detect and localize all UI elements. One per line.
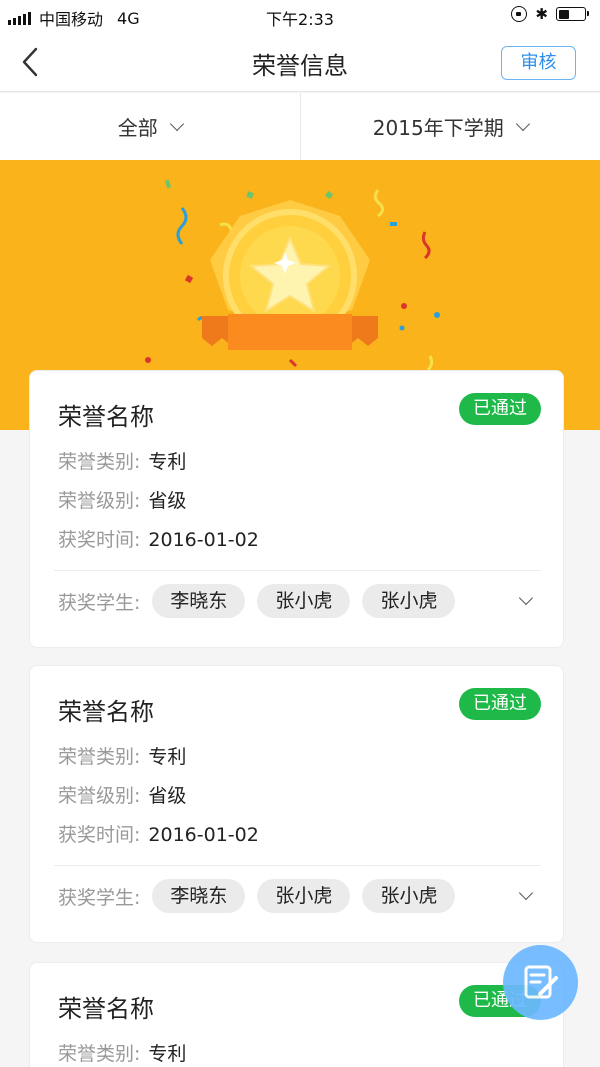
expand-chevron-down-icon[interactable] — [518, 590, 534, 606]
time-label: 获奖时间: — [58, 824, 141, 846]
battery-icon — [556, 7, 589, 21]
category-value: 专利 — [148, 746, 187, 768]
students-row: 获奖学生: 李晓东 张小虎 张小虎 — [58, 879, 456, 913]
level-row: 荣誉级别: 省级 — [58, 781, 186, 808]
honor-card[interactable]: 荣誉名称 已通过 荣誉类别: 专利 荣誉级别: 省级 获奖时间: 2016-01-02… — [29, 370, 564, 648]
honor-name: 荣誉名称 — [58, 403, 154, 431]
audit-button[interactable]: 审核 — [501, 46, 576, 80]
level-value: 省级 — [148, 490, 187, 512]
students-label: 获奖学生: — [58, 591, 141, 614]
honor-card[interactable]: 荣誉名称 已通过 荣誉类别: 专利 荣誉级别: 省级 获奖时间: 2016-01-02… — [29, 665, 564, 943]
student-chip[interactable]: 张小虎 — [257, 584, 351, 618]
chevron-down-icon — [169, 116, 184, 131]
edit-icon — [524, 965, 558, 998]
category-label: 荣誉类别: — [58, 451, 141, 473]
category-filter-label: 全部 — [117, 116, 158, 140]
bluetooth-icon: ✱ — [535, 5, 548, 23]
category-row: 荣誉类别: 专利 — [58, 742, 186, 769]
medal-star-icon — [145, 179, 440, 370]
term-filter[interactable]: 2015年下学期 — [299, 93, 600, 160]
divider — [54, 570, 541, 571]
status-badge: 已通过 — [459, 688, 541, 720]
students-label: 获奖学生: — [58, 886, 141, 909]
divider — [54, 865, 541, 866]
category-row: 荣誉类别: 专利 — [58, 447, 186, 474]
category-value: 专利 — [148, 451, 187, 473]
honor-name: 荣誉名称 — [58, 698, 154, 726]
rotation-lock-icon — [511, 6, 528, 22]
time-row: 获奖时间: 2016-01-02 — [58, 525, 259, 552]
time-label: 获奖时间: — [58, 529, 141, 551]
honor-name: 荣誉名称 — [58, 995, 154, 1023]
time-value: 2016-01-02 — [148, 529, 259, 551]
term-filter-label: 2015年下学期 — [372, 116, 504, 140]
chevron-down-icon — [515, 116, 530, 131]
category-row: 荣誉类别: 专利 — [58, 1039, 186, 1066]
student-chip[interactable]: 张小虎 — [362, 879, 456, 913]
edit-fab-button[interactable] — [503, 945, 578, 1020]
time-row: 获奖时间: 2016-01-02 — [58, 820, 259, 847]
status-right: ✱ — [511, 5, 589, 23]
level-value: 省级 — [148, 785, 187, 807]
status-badge: 已通过 — [459, 393, 541, 425]
status-bar: 中国移动 4G 下午2:33 ✱ — [0, 0, 600, 32]
nav-bar: 荣誉信息 审核 — [0, 32, 600, 92]
level-label: 荣誉级别: — [58, 785, 141, 807]
level-row: 荣誉级别: 省级 — [58, 486, 186, 513]
student-chip[interactable]: 李晓东 — [152, 584, 246, 618]
category-label: 荣誉类别: — [58, 746, 141, 768]
student-chip[interactable]: 李晓东 — [152, 879, 246, 913]
time-value: 2016-01-02 — [148, 824, 259, 846]
level-label: 荣誉级别: — [58, 490, 141, 512]
students-row: 获奖学生: 李晓东 张小虎 张小虎 — [58, 584, 456, 618]
honor-card[interactable]: 荣誉名称 已通过 荣誉类别: 专利 — [29, 962, 564, 1067]
category-filter[interactable]: 全部 — [0, 93, 300, 160]
expand-chevron-down-icon[interactable] — [518, 885, 534, 901]
filter-bar: 全部 2015年下学期 — [0, 93, 600, 160]
category-value: 专利 — [148, 1043, 187, 1065]
student-chip[interactable]: 张小虎 — [257, 879, 351, 913]
category-label: 荣誉类别: — [58, 1043, 141, 1065]
student-chip[interactable]: 张小虎 — [362, 584, 456, 618]
status-time: 下午2:33 — [266, 10, 334, 29]
